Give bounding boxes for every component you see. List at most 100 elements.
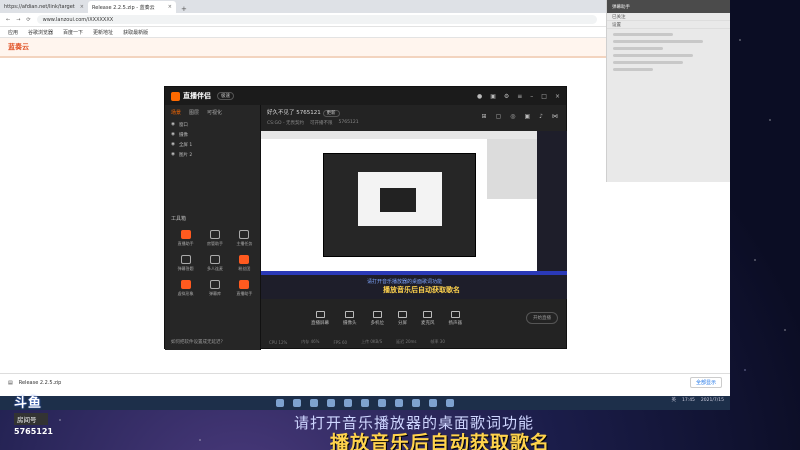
ime-indicator[interactable]: 英 [671, 397, 676, 403]
lock-icon[interactable]: ▢ [496, 113, 502, 120]
app-icon[interactable] [429, 399, 437, 407]
record-icon[interactable]: ◎ [510, 113, 515, 120]
eye-icon[interactable]: ◉ [171, 122, 175, 128]
avatar[interactable]: ● [477, 93, 482, 100]
placeholder-line [613, 61, 683, 64]
bell-icon[interactable]: ♪ [539, 113, 543, 120]
layout-icon[interactable]: ⊞ [482, 113, 487, 120]
maximize-icon[interactable]: □ [541, 93, 547, 100]
source-item[interactable]: ◉ 摄像 [165, 130, 260, 140]
side-panel-row[interactable]: 已关注 [607, 13, 730, 21]
eye-icon[interactable]: ◉ [171, 152, 175, 158]
control-camera[interactable]: 摄像头 [343, 310, 357, 326]
start-live-button[interactable]: 开始直播 [526, 312, 558, 324]
tab-afdian[interactable]: https://afdian.net/link/target × [0, 1, 88, 13]
room-edit-tag[interactable]: 更新 [322, 110, 340, 117]
tool-item[interactable]: 直播助手 [230, 280, 259, 297]
share-icon[interactable]: ⋈ [552, 113, 558, 120]
tool-item[interactable]: 虚拟形象 [171, 280, 200, 297]
source-item[interactable]: ◉ 图片 2 [165, 150, 260, 160]
eye-icon[interactable]: ◉ [171, 132, 175, 138]
bookmark-item[interactable]: 谷歌浏览器 [28, 29, 53, 36]
room-header: 好久不见了 5765121 更新 CS:GO - 无畏契约 可开播不限 5765… [261, 105, 566, 131]
tool-item[interactable]: 多人连麦 [200, 255, 229, 272]
tab-layer[interactable]: 图层 [189, 109, 199, 116]
url-input[interactable]: www.lanzoui.com/iXXXXXXX [36, 15, 597, 24]
gift-icon[interactable]: ▣ [524, 113, 530, 120]
toolbox-grid: 直播助手 房管助手 主播任务 弹幕答题 多人连麦 粉丝团 虚拟形象 弹幕库 直播… [171, 230, 259, 297]
source-item[interactable]: ◉ 窗口 [165, 120, 260, 130]
room-category[interactable]: CS:GO - 无畏契约 [267, 120, 304, 126]
tool-item[interactable]: 弹幕答题 [171, 255, 200, 272]
control-screen[interactable]: 直播屏幕 [311, 310, 329, 326]
site-logo[interactable]: 蓝奏云 [8, 42, 29, 52]
taskview-icon[interactable] [310, 399, 318, 407]
side-panel-row[interactable]: 设置 [607, 21, 730, 29]
tool-icon [239, 280, 250, 289]
bookmark-item[interactable]: 百度一下 [63, 29, 83, 36]
tool-item[interactable]: 弹幕库 [200, 280, 229, 297]
control-mic[interactable]: 麦克风 [421, 310, 435, 326]
bookmark-item[interactable]: 应用 [8, 29, 18, 36]
tab-lanzou[interactable]: Release 2.2.5.zip - 蓝奏云 × [88, 1, 176, 13]
bookmark-item[interactable]: 获取最新版 [123, 29, 148, 36]
forward-icon[interactable]: → [16, 17, 20, 23]
multicam-icon [372, 310, 382, 318]
stream-preview[interactable]: 请打开音乐播放器的桌面歌词功能 播放音乐后自动获取歌名 [261, 131, 567, 299]
reload-icon[interactable]: ⟳ [26, 17, 30, 23]
preview-browser-bar [261, 131, 537, 139]
window-controls: ● ▣ ⚙ ≡ – □ × [477, 93, 560, 100]
minimize-icon[interactable]: – [530, 93, 533, 100]
download-bar: ▤ Release 2.2.5.zip 全部显示 [0, 373, 730, 391]
store-icon[interactable] [361, 399, 369, 407]
app-icon[interactable] [395, 399, 403, 407]
menu-icon[interactable]: ≡ [517, 93, 522, 100]
app-icon[interactable] [412, 399, 420, 407]
close-icon[interactable]: × [555, 93, 560, 100]
tool-item[interactable]: 粉丝团 [230, 255, 259, 272]
tool-label: 粉丝团 [238, 266, 251, 271]
placeholder-line [613, 54, 693, 57]
source-label: 图片 2 [178, 153, 193, 158]
new-tab-button[interactable]: + [176, 5, 192, 13]
room-id: 5765121 [338, 120, 359, 125]
tab-scene[interactable]: 场景 [171, 109, 181, 116]
steam-icon[interactable] [378, 399, 386, 407]
tool-item[interactable]: 主播任务 [230, 230, 259, 247]
version-badge[interactable]: 极速 [217, 92, 234, 100]
control-split[interactable]: 分屏 [398, 310, 407, 326]
platform-logo: 斗鱼 [14, 396, 43, 411]
status-item: 内存 46% [301, 339, 320, 344]
tool-icon [209, 230, 220, 239]
back-icon[interactable]: ← [6, 17, 10, 23]
clock[interactable]: 17:45 [682, 398, 695, 403]
control-speaker[interactable]: 扬声器 [449, 310, 462, 326]
tool-item[interactable]: 直播助手 [171, 230, 200, 247]
close-icon[interactable]: × [168, 4, 172, 10]
download-file[interactable]: Release 2.2.5.zip [19, 380, 62, 386]
explorer-icon[interactable] [327, 399, 335, 407]
tab-visual[interactable]: 可视化 [207, 109, 222, 116]
room-label: 房间号 [14, 413, 48, 425]
show-all-button[interactable]: 全部显示 [689, 377, 722, 388]
tool-item[interactable]: 房管助手 [200, 230, 229, 247]
close-icon[interactable]: × [80, 4, 84, 10]
control-multicam[interactable]: 多机位 [370, 310, 385, 326]
edge-icon[interactable] [344, 399, 352, 407]
chrome-icon[interactable] [446, 399, 454, 407]
bookmark-item[interactable]: 更新地址 [93, 29, 113, 36]
start-icon[interactable] [276, 399, 284, 407]
room-number: 5765121 [14, 427, 53, 436]
source-item[interactable]: ◉ 全屏 1 [165, 140, 260, 150]
skin-icon[interactable]: ▣ [490, 93, 496, 100]
placeholder-line [613, 33, 673, 36]
date[interactable]: 2021/7/15 [701, 398, 724, 403]
settings-icon[interactable]: ⚙ [504, 93, 509, 100]
search-icon[interactable] [293, 399, 301, 407]
eye-icon[interactable]: ◉ [171, 142, 175, 148]
tool-icon [180, 280, 191, 289]
control-label: 多机位 [370, 320, 385, 326]
split-icon [398, 310, 407, 318]
status-item: CPU 12% [269, 339, 288, 345]
help-tip[interactable]: 如何把软件设置成无延迟？ [171, 339, 225, 345]
